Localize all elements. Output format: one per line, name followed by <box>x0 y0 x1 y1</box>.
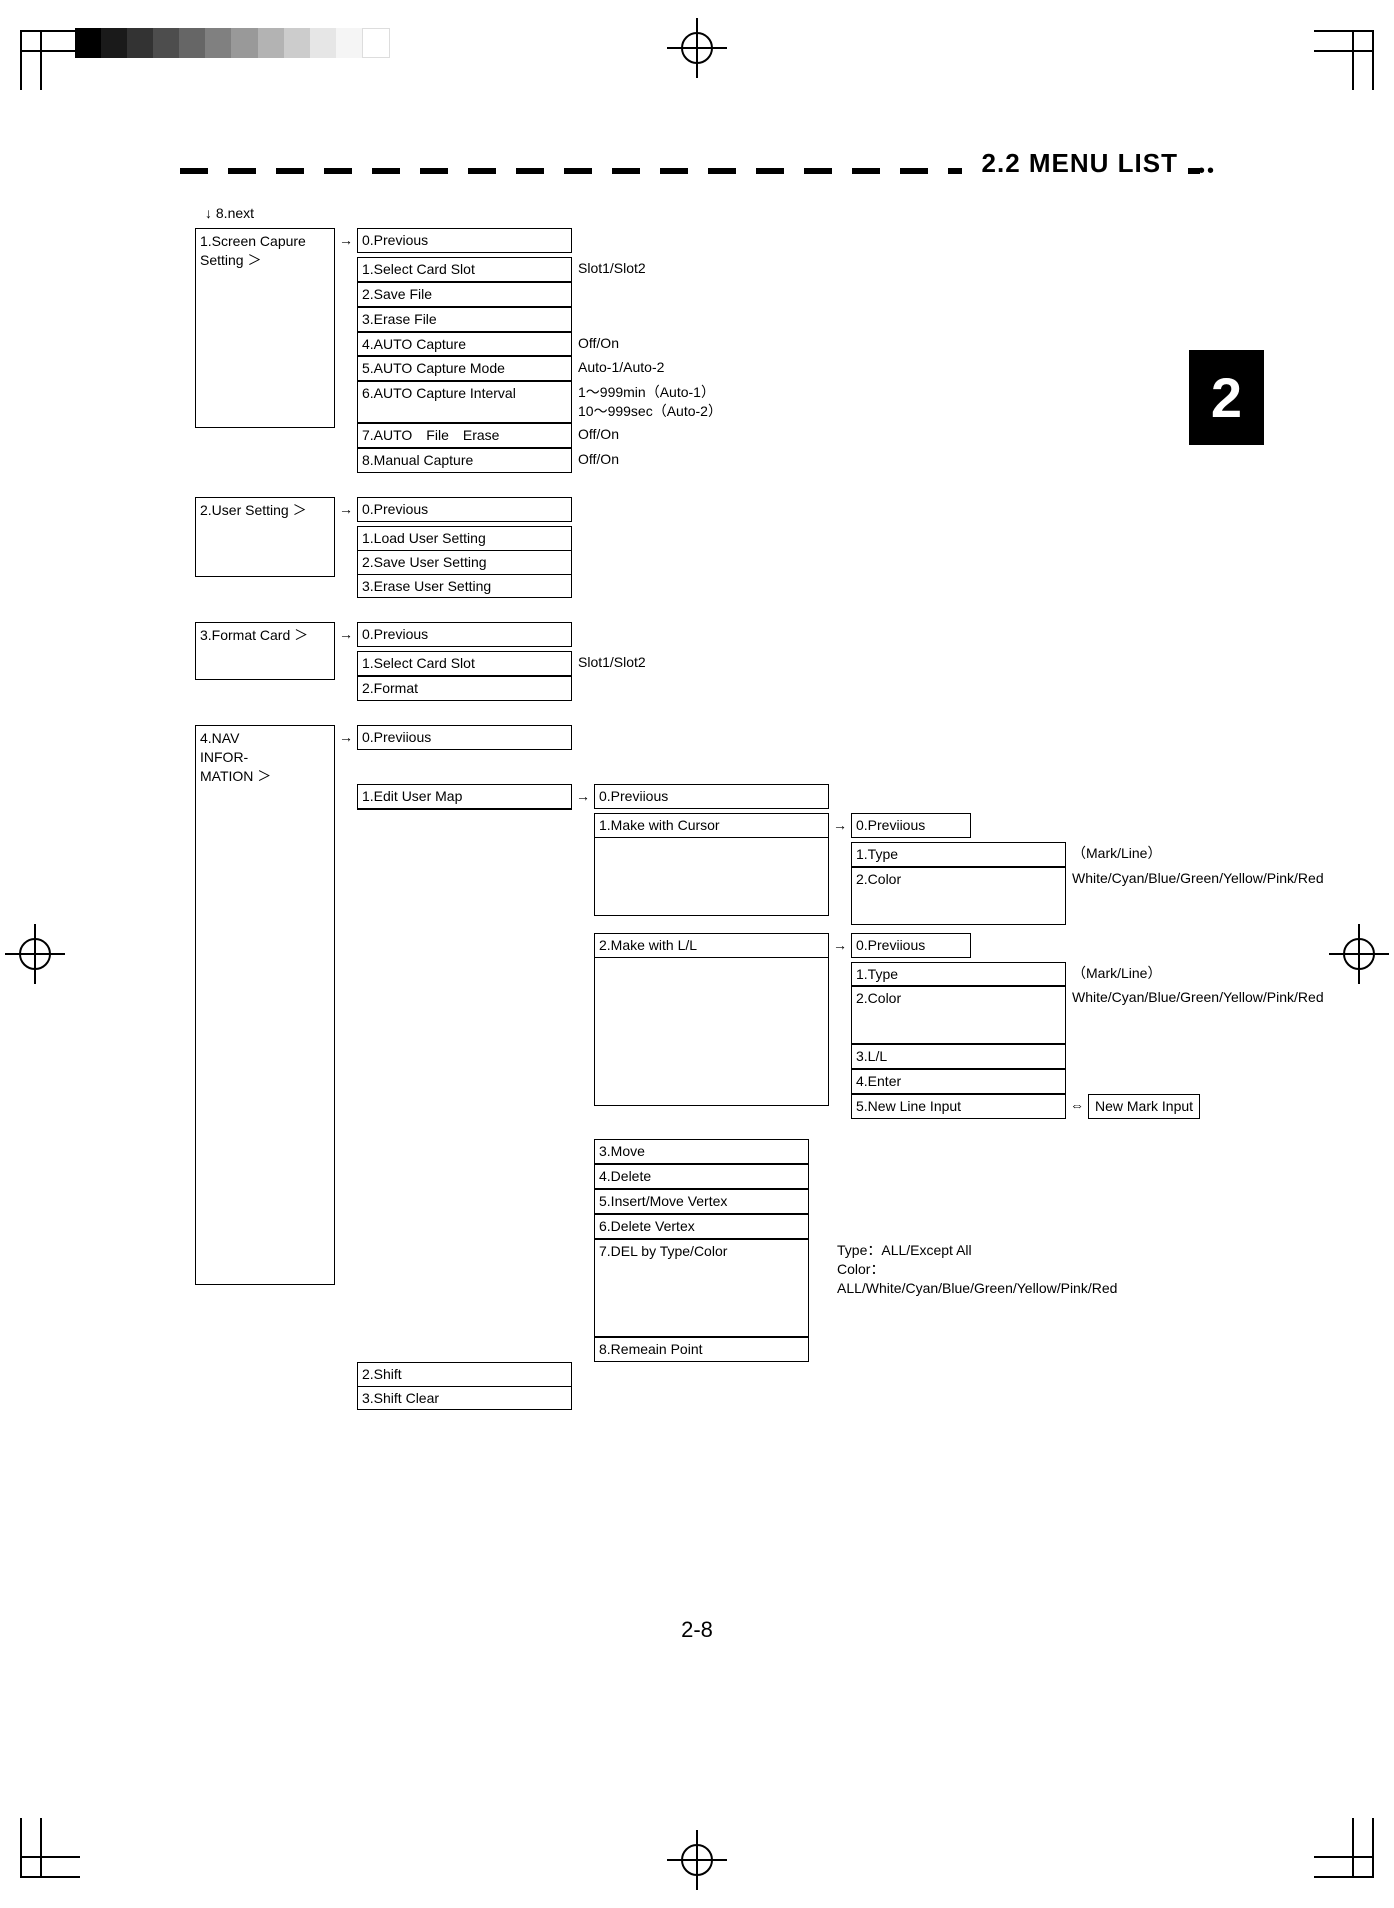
menu-item: 0.Previous <box>357 622 572 647</box>
menu-item: 5.Insert/Move Vertex <box>594 1189 809 1214</box>
register-mark-right <box>1329 924 1389 984</box>
menu-item: 5.New Line Input <box>851 1094 1066 1119</box>
arrow-right-icon: → <box>335 497 357 519</box>
menu-value: Slot1/Slot2 <box>572 651 652 676</box>
menu-user-setting: 2.User Setting ＞ <box>195 497 335 577</box>
menu-value: Off/On <box>572 423 728 448</box>
page: 2.2 MENU LIST •• 2 ↓ 8.next 1.Screen Cap… <box>0 0 1394 1908</box>
menu-item: 0.Previous <box>357 228 572 253</box>
menu-value: Off/On <box>572 332 728 357</box>
menu-item: 8.Remeain Point <box>594 1337 809 1362</box>
grayscale-strip <box>75 28 390 58</box>
menu-item: 2.Save File <box>357 282 572 307</box>
menu-spacer <box>594 958 829 1106</box>
arrow-right-icon: → <box>829 813 851 835</box>
continuation-label: ↓ 8.next <box>205 204 254 223</box>
arrow-right-icon: → <box>335 622 357 644</box>
menu-value: Type：ALL/Except All Color：ALL/White/Cyan… <box>831 1239 1013 1337</box>
menu-item: 0.Previous <box>357 497 572 522</box>
menu-item: 3.Shift Clear <box>357 1387 572 1411</box>
menu-value: （Mark/Line） <box>1066 842 1238 867</box>
menu-item: 2.Save User Setting <box>357 551 572 575</box>
menu-item: 2.Color <box>851 986 1066 1044</box>
menu-item: 2.Shift <box>357 1362 572 1387</box>
menu-spacer <box>357 809 572 810</box>
menu-item: 7.AUTO File Erase <box>357 423 572 448</box>
menu-item: 0.Previious <box>851 813 971 838</box>
menu-item: 3.L/L <box>851 1044 1066 1069</box>
menu-item: 8.Manual Capture <box>357 448 572 473</box>
register-mark-bottom <box>667 1830 727 1890</box>
arrow-right-icon: → <box>335 725 357 747</box>
menu-tree: ↓ 8.next 1.Screen Capure Setting ＞ → 0.P… <box>195 210 1238 1434</box>
menu-item: 6.Delete Vertex <box>594 1214 809 1239</box>
menu-value: White/Cyan/Blue/Green/Yellow/Pink/Red <box>1066 986 1238 1044</box>
menu-make-with-ll: 2.Make with L/L <box>594 933 829 958</box>
menu-value: 1～999min（Auto-1） 10～999sec（Auto-2） <box>572 381 728 423</box>
menu-format-card: 3.Format Card ＞ <box>195 622 335 680</box>
menu-item: 1.Type <box>851 962 1066 987</box>
menu-value: Off/On <box>572 448 728 473</box>
header-dots-icon: •• <box>1198 160 1216 183</box>
crop-mark-tl <box>20 30 80 90</box>
menu-edit-user-map: 1.Edit User Map <box>357 784 572 809</box>
register-mark-left <box>5 924 65 984</box>
menu-item: 3.Move <box>594 1139 809 1164</box>
crop-mark-br <box>1314 1818 1374 1878</box>
submenu-screen-capture-list: 1.Select Card SlotSlot1/Slot2 2.Save Fil… <box>357 257 728 473</box>
menu-value: （Mark/Line） <box>1066 962 1238 987</box>
menu-item: 6.AUTO Capture Interval <box>357 381 572 423</box>
menu-item: 1.Select Card Slot <box>357 257 572 282</box>
register-mark-top <box>667 18 727 78</box>
menu-item: 3.Erase File <box>357 307 572 332</box>
menu-item: 7.DEL by Type/Color <box>594 1239 809 1337</box>
swap-arrow-icon: ⇔ <box>1066 1094 1088 1119</box>
crop-mark-bl <box>20 1818 80 1878</box>
menu-new-mark-input: New Mark Input <box>1088 1094 1200 1119</box>
menu-item: 0.Previious <box>594 784 829 809</box>
menu-value: White/Cyan/Blue/Green/Yellow/Pink/Red <box>1066 867 1238 925</box>
arrow-right-icon: → <box>829 933 851 955</box>
menu-item: 2.Color <box>851 867 1066 925</box>
menu-item: 4.Enter <box>851 1069 1066 1094</box>
menu-item: 2.Format <box>357 676 572 701</box>
menu-value: Auto-1/Auto-2 <box>572 356 728 381</box>
menu-nav-information: 4.NAV INFOR- MATION ＞ <box>195 725 335 1285</box>
page-number: 2-8 <box>0 1617 1394 1643</box>
menu-value: Slot1/Slot2 <box>572 257 728 282</box>
section-title: 2.2 MENU LIST <box>962 148 1184 179</box>
menu-item: 4.Delete <box>594 1164 809 1189</box>
menu-item: 1.Select Card Slot <box>357 651 572 676</box>
menu-item: 1.Type <box>851 842 1066 867</box>
arrow-right-icon: → <box>572 784 594 806</box>
menu-item: 3.Erase User Setting <box>357 575 572 599</box>
menu-make-with-cursor: 1.Make with Cursor <box>594 813 829 838</box>
menu-item: 0.Previious <box>851 933 971 958</box>
submenu-screen-capture: 0.Previous <box>357 228 572 253</box>
menu-item: 1.Load User Setting <box>357 526 572 551</box>
arrow-right-icon: → <box>335 228 357 250</box>
menu-item: 4.AUTO Capture <box>357 332 572 357</box>
crop-mark-tr <box>1314 30 1374 90</box>
menu-item: 5.AUTO Capture Mode <box>357 356 572 381</box>
menu-item: 0.Previious <box>357 725 572 750</box>
menu-screen-capture: 1.Screen Capure Setting ＞ <box>195 228 335 428</box>
menu-spacer <box>594 838 829 916</box>
